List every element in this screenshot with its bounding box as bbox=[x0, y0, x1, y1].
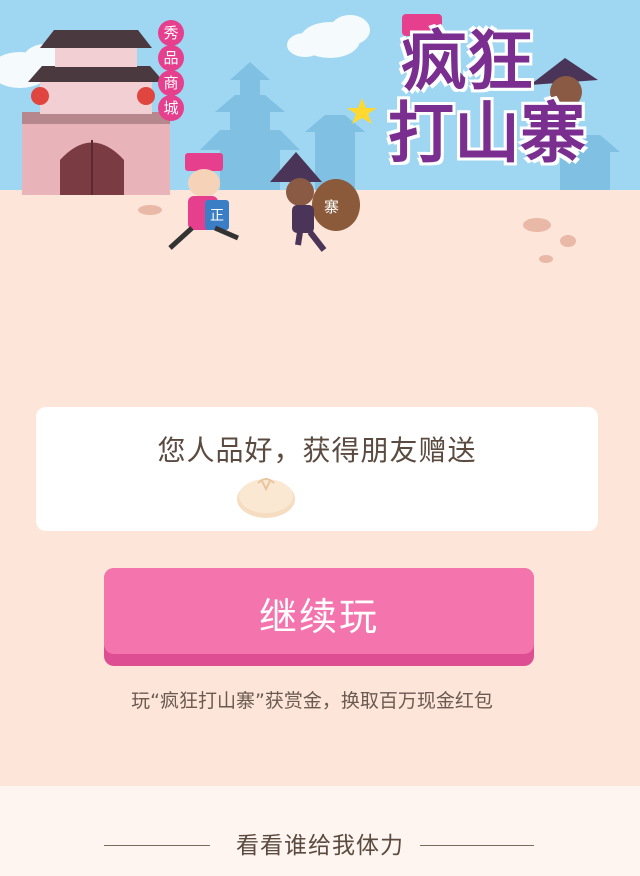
sack-label: 寨 bbox=[324, 198, 340, 216]
continue-button-face: 继续玩 bbox=[104, 568, 534, 654]
shop-badge-char-2: 品 bbox=[163, 49, 179, 67]
shop-badge-char-3: 商 bbox=[163, 74, 179, 92]
continue-button[interactable]: 继续玩 bbox=[104, 568, 534, 666]
stamina-givers-title: 看看谁给我体力 bbox=[236, 833, 404, 859]
game-title-line-1: 疯狂 bbox=[401, 23, 533, 100]
badge-label: 正 bbox=[210, 208, 224, 224]
shop-badge-text[interactable]: 秀 品 商 城 bbox=[158, 20, 184, 120]
reward-tip: 玩“疯狂打山寨”获赏金，换取百万现金红包 bbox=[131, 690, 493, 712]
continue-button-label: 继续玩 bbox=[258, 595, 379, 639]
game-title-line-2: 打山寨 bbox=[388, 95, 586, 172]
game-title: 疯狂 打山寨 bbox=[362, 26, 612, 170]
shop-badge-char-1: 秀 bbox=[163, 24, 179, 42]
shop-badge-char-4: 城 bbox=[163, 99, 179, 117]
steamed-bun-icon bbox=[237, 478, 295, 518]
gift-message: 您人品好，获得朋友赠送 bbox=[157, 434, 477, 467]
gift-card: 您人品好，获得朋友赠送 bbox=[36, 407, 598, 531]
